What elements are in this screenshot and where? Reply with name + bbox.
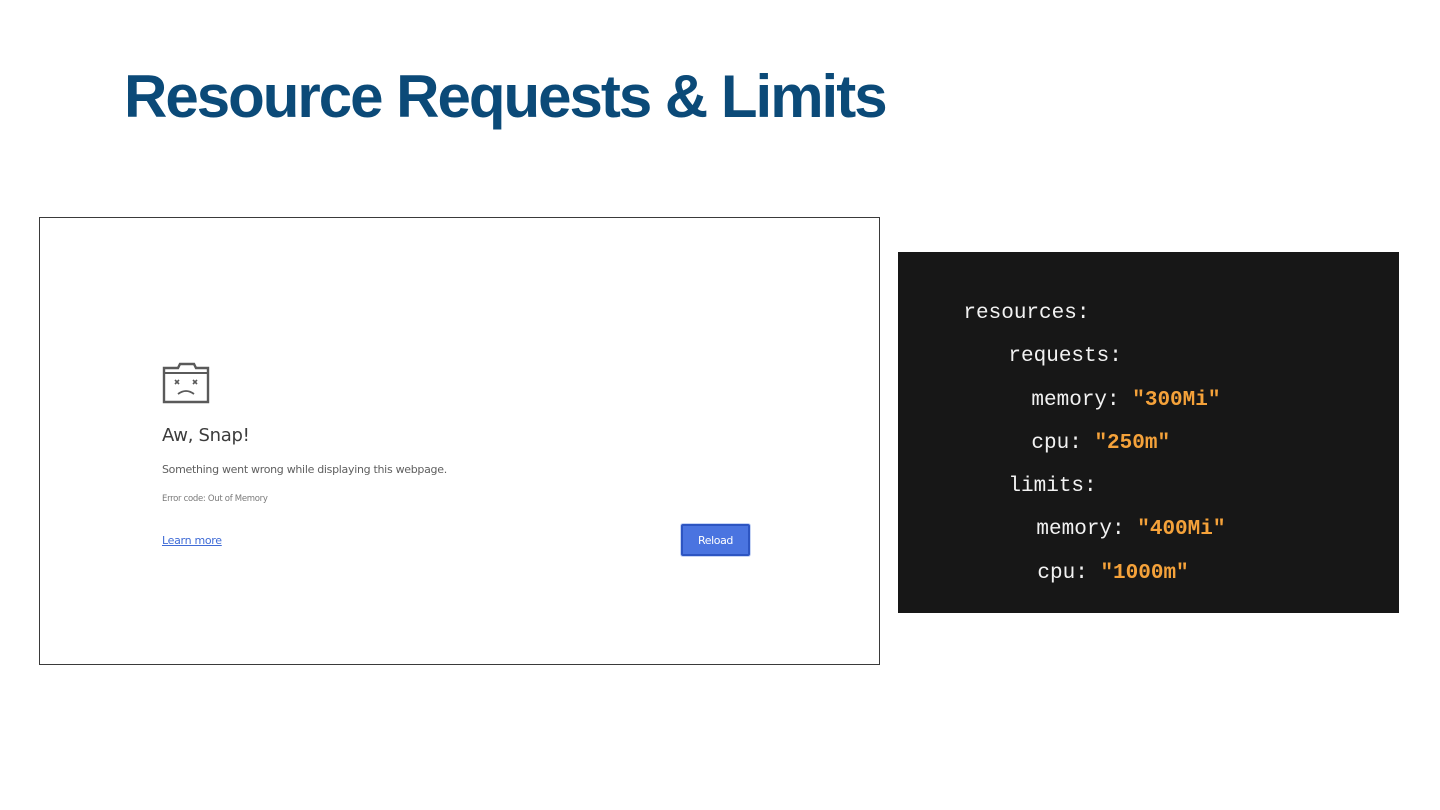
code-key: cpu: — [1031, 432, 1095, 455]
browser-error-screenshot: Aw, Snap! Something went wrong while dis… — [39, 217, 880, 665]
yaml-code-block: resources: requests: memory: "300Mi" cpu… — [898, 252, 1399, 613]
code-key: memory: — [1031, 389, 1133, 412]
code-key: memory: — [1036, 518, 1138, 541]
code-value: "1000m" — [1100, 562, 1189, 585]
error-message: Something went wrong while displaying th… — [162, 463, 447, 476]
error-code: Error code: Out of Memory — [162, 494, 268, 504]
code-value: "250m" — [1094, 432, 1171, 455]
code-key: requests: — [1008, 345, 1122, 368]
reload-button[interactable]: Reload — [681, 524, 750, 556]
learn-more-link[interactable]: Learn more — [162, 534, 222, 547]
error-heading: Aw, Snap! — [162, 425, 250, 446]
sad-tab-icon — [162, 362, 210, 404]
code-key: cpu: — [1037, 562, 1101, 585]
code-key: limits: — [1008, 475, 1097, 498]
code-key: resources: — [963, 302, 1090, 325]
slide-title: Resource Requests & Limits — [124, 63, 888, 130]
code-value: "400Mi" — [1137, 518, 1226, 541]
code-value: "300Mi" — [1132, 389, 1221, 412]
code-line-limits-cpu: cpu: "1000m" — [987, 542, 1189, 605]
